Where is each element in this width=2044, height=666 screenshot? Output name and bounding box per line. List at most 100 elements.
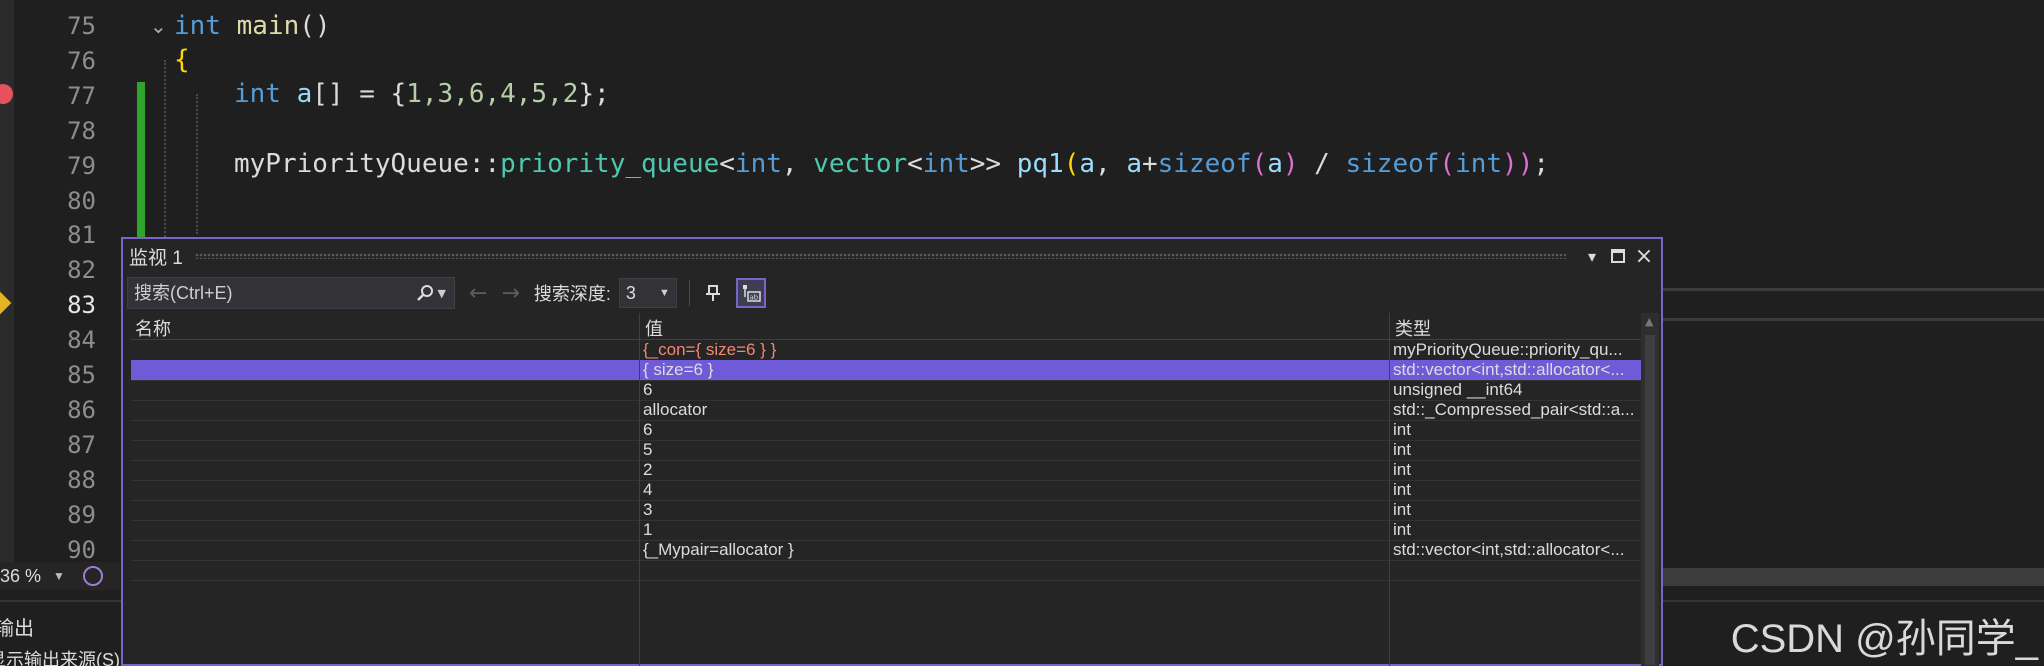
watch-type: int [1393, 520, 1411, 539]
scroll-up-icon[interactable]: ▲ [1645, 315, 1653, 328]
chevron-down-icon[interactable]: ▼ [53, 569, 65, 583]
search-next-icon[interactable]: → [501, 281, 519, 306]
visual-studio-window: 75 76 77 78 79 80 81 82 83 84 85 86 87 88 89 90 ⌄ int m… [0, 0, 2044, 666]
vertical-scrollbar[interactable]: ▲ [1641, 313, 1659, 666]
window-menu-dropdown-icon[interactable]: ▾ [1579, 243, 1605, 269]
watch-row[interactable]: [0]6int [131, 420, 1641, 441]
scroll-thumb[interactable] [1645, 335, 1655, 665]
line-number[interactable]: 77 [40, 79, 96, 113]
watch-value[interactable]: {_Mypair=allocator } [643, 540, 1203, 560]
watch-row[interactable]: [5]1int [131, 520, 1641, 541]
watch-row[interactable]: ▷[allocator]allocatorstd::_Compressed_pa… [131, 400, 1641, 421]
punctuation: }; [578, 79, 610, 109]
watch-row[interactable]: [3]4int [131, 480, 1641, 501]
output-title[interactable]: 输出 [0, 612, 34, 641]
watch-type: int [1393, 500, 1411, 519]
punctuation: < [719, 149, 735, 179]
keyword: sizeof [1157, 149, 1252, 179]
watch-row[interactable]: [1]5int [131, 440, 1641, 461]
watch-value[interactable]: 3 [643, 500, 1203, 520]
zoom-control[interactable]: 36 % ▼ [0, 562, 120, 590]
maximize-icon[interactable] [1605, 243, 1631, 269]
scope-operator: :: [468, 149, 501, 179]
horizontal-scrollbar[interactable] [1660, 568, 2044, 586]
line-number[interactable]: 81 [40, 218, 96, 252]
code-line-79[interactable]: myPriorityQueue::priority_queue<int, vec… [234, 147, 1549, 181]
punctuation: >> [969, 149, 1017, 179]
search-depth-select[interactable]: 3 ▼ [618, 278, 677, 308]
watch-row[interactable]: ◢_con{ size=6 }std::vector<int,std::allo… [131, 360, 1641, 381]
watch-value[interactable]: 5 [643, 440, 1203, 460]
fold-chevron-icon[interactable]: ⌄ [150, 14, 167, 38]
line-number[interactable]: 83 [40, 288, 96, 322]
chevron-down-icon[interactable]: ▼ [438, 287, 446, 300]
watch-value[interactable]: { size=6 } [643, 360, 1203, 380]
line-number[interactable]: 78 [40, 114, 96, 148]
watch-type: std::vector<int,std::allocator<... [1393, 360, 1625, 379]
watch-type: int [1393, 440, 1411, 459]
zoom-level[interactable]: 36 % [0, 566, 41, 587]
variable: a [1126, 149, 1142, 179]
close-icon[interactable]: × [1631, 243, 1657, 269]
watch-value[interactable]: 6 [643, 420, 1203, 440]
line-number[interactable]: 87 [40, 428, 96, 462]
watch-value[interactable]: allocator [643, 400, 1203, 420]
keyword: int [1455, 149, 1503, 179]
watch-type: int [1393, 460, 1411, 479]
punctuation: , [1095, 149, 1127, 179]
watch-row[interactable]: [2]2int [131, 460, 1641, 481]
watch-type: int [1393, 420, 1411, 439]
variable: a [1267, 149, 1283, 179]
watch-type: myPriorityQueue::priority_qu... [1393, 340, 1623, 359]
watch-toolbar: ▼ ← → 搜索深度: 3 ▼ ab [123, 273, 1661, 313]
watch-row[interactable]: [4]3int [131, 500, 1641, 521]
line-number[interactable]: 86 [40, 393, 96, 427]
watch-value[interactable]: 1 [643, 520, 1203, 540]
line-number[interactable]: 84 [40, 323, 96, 357]
watch-value[interactable]: 4 [643, 480, 1203, 500]
line-number[interactable]: 85 [40, 358, 96, 392]
watch-row[interactable]: ▷[原始视图]{_Mypair=allocator }std::vector<i… [131, 540, 1641, 561]
code-line-75[interactable]: int main() [174, 9, 331, 43]
paren: ( [1251, 149, 1268, 179]
add-watch-row[interactable]: 添加要监视的项 [131, 560, 1641, 581]
watch-window[interactable]: 监视 1 ▾ × ▼ ← → 搜索深度: 3 ▼ [121, 237, 1663, 666]
watch-value[interactable]: 2 [643, 460, 1203, 480]
line-number[interactable]: 82 [40, 253, 96, 287]
watch-grid[interactable]: 名称 值 类型 ◢pq1{_con={ size=6 } }myPriority… [131, 313, 1641, 666]
line-number[interactable]: 89 [40, 498, 96, 532]
watch-title-bar[interactable]: 监视 1 ▾ × [123, 239, 1661, 273]
search-depth-value: 3 [625, 282, 636, 303]
search-input[interactable] [128, 281, 414, 305]
search-previous-icon[interactable]: ← [469, 281, 487, 306]
quick-actions-icon[interactable] [82, 566, 103, 586]
drag-grip[interactable] [194, 253, 1567, 259]
search-box[interactable]: ▼ [127, 277, 455, 309]
line-number[interactable]: 88 [40, 463, 96, 497]
watch-row[interactable]: ◢pq1{_con={ size=6 } }myPriorityQueue::p… [131, 340, 1641, 361]
indent-guide [196, 94, 198, 234]
watch-value[interactable]: {_con={ size=6 } } [643, 340, 1203, 360]
hex-display-toggle-icon[interactable]: ab [735, 278, 766, 308]
pin-icon[interactable] [698, 278, 728, 308]
type-name: vector [813, 149, 908, 179]
code-line-76[interactable]: { [174, 43, 190, 77]
line-number[interactable]: 76 [40, 44, 96, 78]
number-literals: 1,3,6,4,5,2 [406, 79, 579, 109]
column-header-value[interactable]: 值 [645, 315, 663, 341]
variable: a [296, 79, 313, 109]
column-divider[interactable] [639, 313, 640, 666]
watch-value[interactable]: 6 [643, 380, 1203, 400]
column-divider[interactable] [1389, 313, 1390, 666]
search-icon[interactable] [414, 282, 436, 304]
line-number[interactable]: 80 [40, 184, 96, 218]
watch-row[interactable]: [capacity]6unsigned __int64 [131, 380, 1641, 401]
code-line-77[interactable]: int a[] = {1,3,6,4,5,2}; [234, 77, 610, 111]
column-header-name[interactable]: 名称 [135, 315, 171, 341]
editor-divider [1660, 288, 2044, 291]
grid-header: 名称 值 类型 [131, 313, 1641, 340]
line-number[interactable]: 75 [40, 9, 96, 43]
column-header-type[interactable]: 类型 [1395, 315, 1431, 341]
line-number[interactable]: 79 [40, 149, 96, 183]
keyword: int [734, 149, 782, 179]
